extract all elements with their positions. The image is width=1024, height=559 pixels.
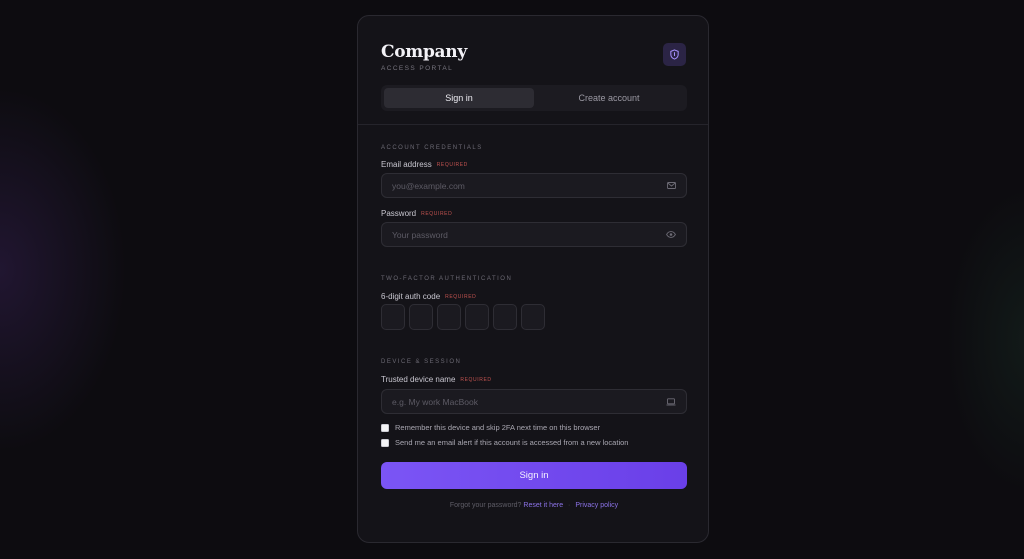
password-label-text: Password xyxy=(381,209,417,218)
forgot-password-text: Forgot your password? xyxy=(449,502,522,509)
device-name-field-wrapper xyxy=(381,389,687,414)
shield-icon xyxy=(663,43,686,66)
auth-code-label: 6-digit auth code REQUIRED xyxy=(381,292,476,301)
footer-separator: · xyxy=(568,502,571,509)
section-account-credentials: ACCOUNT CREDENTIALS xyxy=(381,145,483,151)
email-field-wrapper xyxy=(381,173,687,198)
email-alert-checkbox[interactable] xyxy=(381,438,389,447)
auth-tabs: Sign in Create account xyxy=(381,85,687,111)
sign-in-button[interactable]: Sign in xyxy=(381,462,687,489)
email-field[interactable] xyxy=(392,180,666,191)
required-tag: REQUIRED xyxy=(421,210,453,217)
section-two-factor: TWO-FACTOR AUTHENTICATION xyxy=(381,276,513,282)
sign-in-card: Company ACCESS PORTAL Sign in Create acc… xyxy=(357,15,709,543)
card-header: Company ACCESS PORTAL Sign in Create acc… xyxy=(358,16,708,125)
tab-create-account[interactable]: Create account xyxy=(534,88,684,108)
auth-code-digit-6[interactable] xyxy=(521,304,545,330)
brand-name: Company xyxy=(381,42,467,62)
password-label: Password REQUIRED xyxy=(381,209,452,218)
privacy-policy-link[interactable]: Privacy policy xyxy=(575,502,618,509)
password-field[interactable] xyxy=(392,229,666,240)
auth-code-digit-3[interactable] xyxy=(437,304,461,330)
email-alert-label: Send me an email alert if this account i… xyxy=(395,438,629,447)
auth-code-digit-5[interactable] xyxy=(493,304,517,330)
device-name-label: Trusted device name REQUIRED xyxy=(381,375,492,384)
device-name-field[interactable] xyxy=(392,396,666,407)
required-tag: REQUIRED xyxy=(460,376,492,383)
tab-sign-in[interactable]: Sign in xyxy=(384,88,534,108)
eye-icon[interactable] xyxy=(666,230,676,240)
email-label-text: Email address xyxy=(381,160,432,169)
section-device-session: DEVICE & SESSION xyxy=(381,359,462,365)
auth-code-digit-2[interactable] xyxy=(409,304,433,330)
reset-password-link[interactable]: Reset it here xyxy=(523,502,563,509)
remember-device-row[interactable]: Remember this device and skip 2FA next t… xyxy=(381,423,600,432)
device-name-label-text: Trusted device name xyxy=(381,375,456,384)
remember-device-checkbox[interactable] xyxy=(381,423,389,432)
laptop-icon xyxy=(666,397,676,407)
password-field-wrapper xyxy=(381,222,687,247)
brand-subtitle: ACCESS PORTAL xyxy=(381,65,454,72)
remember-device-label: Remember this device and skip 2FA next t… xyxy=(395,423,601,432)
auth-code-inputs xyxy=(381,304,545,330)
email-alert-row[interactable]: Send me an email alert if this account i… xyxy=(381,438,628,447)
auth-code-digit-4[interactable] xyxy=(465,304,489,330)
auth-code-digit-1[interactable] xyxy=(381,304,405,330)
email-label: Email address REQUIRED xyxy=(381,160,468,169)
required-tag: REQUIRED xyxy=(436,161,468,168)
card-footer: Forgot your password? Reset it here · Pr… xyxy=(358,502,710,509)
required-tag: REQUIRED xyxy=(445,293,477,300)
envelope-icon xyxy=(666,181,676,191)
auth-code-label-text: 6-digit auth code xyxy=(381,292,441,301)
